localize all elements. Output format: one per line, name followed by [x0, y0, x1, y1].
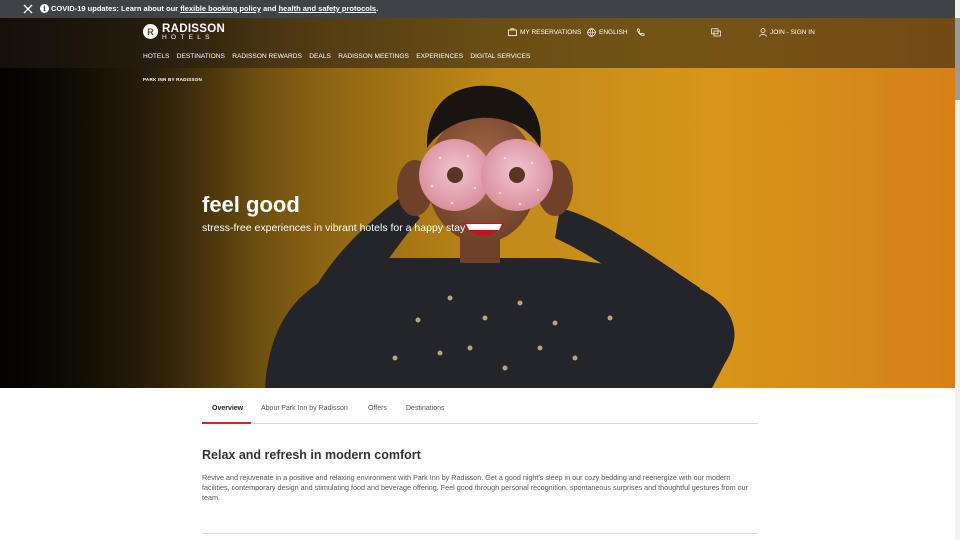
hero-banner	[0, 18, 955, 388]
flexible-booking-link[interactable]: flexible booking policy	[180, 4, 261, 13]
section-title: Relax and refresh in modern comfort	[202, 448, 421, 462]
radisson-logo[interactable]: R RADISSON HOTELS	[143, 23, 225, 43]
chat-button[interactable]	[711, 28, 724, 37]
scrollbar[interactable]	[955, 0, 960, 540]
nav-destinations[interactable]: DESTINATIONS	[177, 53, 225, 60]
nav-radisson-rewards[interactable]: RADISSON REWARDS	[232, 53, 302, 60]
logo-subtitle: HOTELS	[162, 34, 214, 41]
suitcase-icon	[508, 28, 517, 36]
tab-destinations[interactable]: Destinations	[406, 405, 445, 423]
join-sign-in-link[interactable]: JOIN - SIGN IN	[759, 28, 815, 37]
covid-banner: i COVID-19 updates: Learn about our flex…	[0, 0, 955, 18]
my-reservations-link[interactable]: MY RESERVATIONS	[508, 28, 581, 36]
divider	[202, 533, 758, 534]
phone-icon	[637, 28, 645, 36]
user-icon	[759, 28, 767, 37]
active-tab-indicator	[202, 422, 251, 424]
nav-deals[interactable]: DEALS	[309, 53, 331, 60]
tab-overview[interactable]: Overview	[212, 405, 243, 423]
info-icon: i	[40, 4, 49, 13]
nav-radisson-meetings[interactable]: RADISSON MEETINGS	[338, 53, 409, 60]
phone-button[interactable]	[636, 28, 648, 37]
nav-experiences[interactable]: EXPERIENCES	[416, 53, 463, 60]
covid-prefix: COVID-19 updates: Learn about our	[51, 4, 181, 13]
chat-icon	[711, 28, 721, 37]
site-header: R RADISSON HOTELS MY RESERVATIONS ENGLIS…	[0, 18, 955, 68]
logo-mark-icon: R	[143, 24, 158, 39]
breadcrumb[interactable]: PARK INN BY RADISSON	[143, 77, 202, 82]
svg-text:R: R	[147, 27, 154, 37]
covid-message: COVID-19 updates: Learn about our flexib…	[51, 4, 378, 13]
nav-hotels[interactable]: HOTELS	[143, 53, 169, 60]
tab-bar: Overview About Park Inn by Radisson Offe…	[202, 400, 758, 424]
join-sign-in-label: JOIN - SIGN IN	[770, 29, 815, 36]
tab-about[interactable]: About Park Inn by Radisson	[261, 405, 348, 423]
globe-icon	[587, 28, 596, 37]
hero-subtitle: stress-free experiences in vibrant hotel…	[202, 222, 466, 234]
hero-title: feel good	[202, 192, 300, 217]
reservations-label: MY RESERVATIONS	[520, 28, 582, 36]
nav-digital-services[interactable]: DIGITAL SERVICES	[470, 53, 530, 60]
main-nav: HOTELS DESTINATIONS RADISSON REWARDS DEA…	[143, 53, 530, 60]
tab-offers[interactable]: Offers	[368, 405, 387, 423]
health-safety-link[interactable]: health and safety protocols	[279, 4, 377, 13]
covid-middle: and	[261, 4, 279, 13]
language-label: ENGLISH	[599, 29, 628, 36]
covid-suffix: .	[376, 4, 379, 13]
hero-image	[0, 18, 735, 388]
section-body: Revive and rejuvenate in a positive and …	[202, 473, 749, 502]
scrollbar-thumb[interactable]	[955, 18, 960, 100]
close-icon[interactable]	[22, 3, 34, 15]
language-selector[interactable]: ENGLISH	[587, 28, 628, 37]
